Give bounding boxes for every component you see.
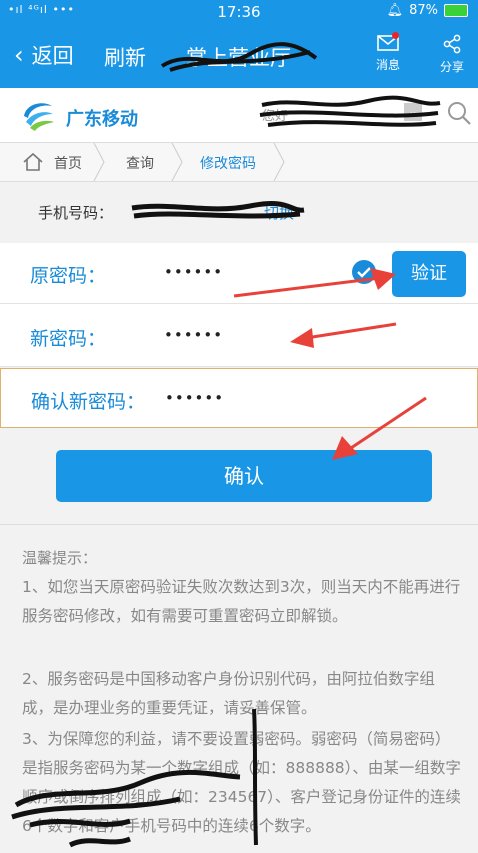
old-password-input[interactable]: •••••• — [164, 263, 223, 281]
old-password-row: 原密码： •••••• 验证 — [0, 243, 478, 304]
app-bar: ‹ 返回 刷新 掌上营业厅 消息 分享 — [0, 24, 478, 88]
phone-redaction-scribble — [131, 201, 305, 219]
confirm-password-row: 确认新密码： •••••• — [0, 368, 478, 428]
brand-name: 广东移动 — [66, 109, 138, 130]
search-icon[interactable] — [446, 100, 472, 126]
status-right: 🔔︎ 87% — [387, 3, 468, 18]
unread-dot — [392, 32, 399, 39]
back-button[interactable]: ‹ 返回 — [14, 40, 74, 70]
search-redaction-scribble — [259, 95, 441, 127]
tips-title: 温馨提示： — [22, 549, 98, 567]
confirm-button[interactable]: 确认 — [56, 450, 432, 502]
title-redaction-scribble — [160, 42, 318, 72]
tip-item: 1、如您当天原密码验证失败次数达到3次，则当天内不能再进行服务密码修改，如有需要… — [22, 578, 461, 625]
breadcrumb-home[interactable]: 首页 — [54, 153, 82, 173]
confirm-password-label: 确认新密码： — [31, 391, 146, 413]
share-icon — [443, 34, 461, 54]
check-icon — [352, 260, 376, 284]
tips-redaction-scribble — [11, 708, 258, 848]
battery-percent: 87% — [409, 3, 438, 18]
china-mobile-logo — [24, 103, 54, 131]
verify-button[interactable]: 验证 — [392, 251, 466, 297]
search-box[interactable]: 您好 ⌄ — [258, 95, 441, 127]
phone-label: 手机号码： — [38, 204, 114, 222]
brand-bar: 广东移动 您好 ⌄ — [0, 88, 478, 143]
message-label: 消息 — [375, 58, 400, 72]
chevron-left-icon: ‹ — [14, 41, 24, 69]
status-bar: •ıl ⁴ᴳıl ••• 17:36 🔔︎ 87% — [0, 0, 478, 24]
refresh-button[interactable]: 刷新 — [104, 42, 146, 72]
message-button[interactable]: 消息 — [364, 32, 412, 73]
new-password-row: 新密码： •••••• — [0, 304, 478, 367]
share-button[interactable]: 分享 — [428, 34, 476, 75]
home-icon[interactable] — [22, 152, 44, 172]
breadcrumb: 首页 查询 修改密码 — [0, 143, 478, 182]
breadcrumb-separator — [93, 143, 105, 181]
old-password-label: 原密码： — [30, 265, 107, 287]
phone-number-row: 手机号码： 切换 — [0, 182, 478, 242]
new-password-input[interactable]: •••••• — [164, 326, 223, 344]
breadcrumb-query[interactable]: 查询 — [126, 153, 154, 173]
share-label: 分享 — [439, 60, 464, 74]
breadcrumb-separator — [171, 143, 183, 181]
breadcrumb-current: 修改密码 — [200, 156, 256, 172]
tips-section: 温馨提示： 1、如您当天原密码验证失败次数达到3次，则当天内不能再进行服务密码修… — [0, 524, 478, 853]
breadcrumb-separator — [273, 143, 285, 181]
confirm-password-input[interactable]: •••••• — [165, 389, 224, 407]
bell-icon: 🔔︎ — [386, 3, 404, 18]
battery-icon — [444, 4, 468, 17]
new-password-label: 新密码： — [30, 328, 107, 350]
back-label: 返回 — [31, 44, 74, 68]
